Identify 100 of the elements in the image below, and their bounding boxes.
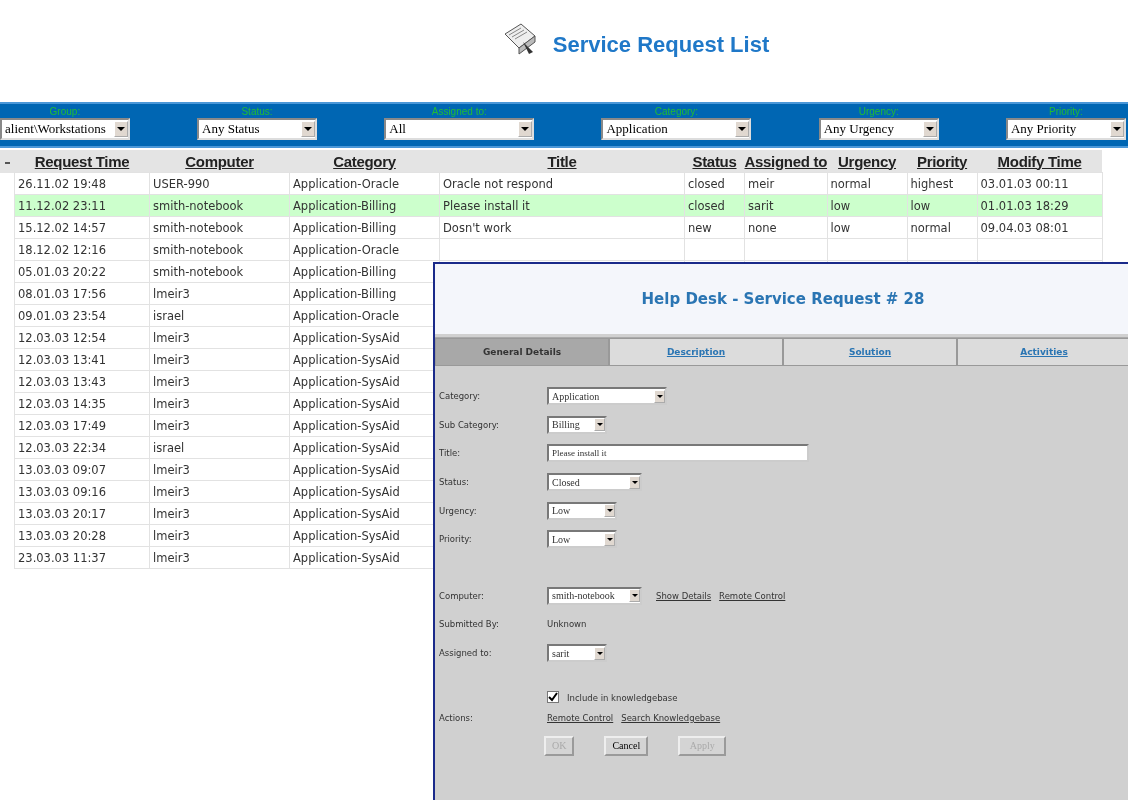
table-cell: 23.03.03 11:37 bbox=[18, 550, 106, 565]
field-label: Actions: bbox=[439, 712, 474, 723]
filter-dropdown[interactable]: alient\Workstations bbox=[0, 118, 130, 140]
table-cell: 12.03.03 17:49 bbox=[18, 418, 106, 433]
table-cell: Application-Oracle bbox=[293, 308, 400, 323]
table-row[interactable]: 26.11.02 19:48 USER-990 Application-Oracle Oracle not respond closed meir normal highest 03.01.03 00:11 bbox=[0, 172, 1103, 195]
table-cell: smith-notebook bbox=[153, 242, 244, 257]
dropdown[interactable]: Low bbox=[547, 501, 617, 520]
table-cell: 12.03.03 22:34 bbox=[18, 440, 106, 455]
dialog-title: Help Desk - Service Request # 28 bbox=[641, 290, 925, 308]
table-cell: Application-Billing bbox=[293, 220, 397, 235]
field-label: Sub Category: bbox=[439, 419, 500, 430]
table-cell: low bbox=[830, 220, 851, 235]
table-cell: 05.01.03 20:22 bbox=[18, 264, 106, 279]
filter-dropdown[interactable]: Any Priority bbox=[1005, 118, 1126, 140]
table-cell: lmeir3 bbox=[153, 484, 190, 499]
table-cell: 11.12.02 23:11 bbox=[18, 198, 106, 213]
tab[interactable]: Description bbox=[609, 338, 783, 366]
table-cell: closed bbox=[688, 198, 725, 213]
column-header[interactable]: Title bbox=[547, 152, 577, 170]
table-row[interactable]: 11.12.02 23:11 smith-notebook Application-Billing Please install it closed sarit low low 01.01.03 18:29 bbox=[0, 194, 1103, 217]
table-cell: meir bbox=[748, 176, 775, 191]
table-cell: none bbox=[748, 220, 777, 235]
sort-marker-icon bbox=[4, 161, 10, 164]
table-cell: 12.03.03 12:54 bbox=[18, 330, 106, 345]
dropdown[interactable]: Billing bbox=[547, 415, 607, 434]
table-cell: lmeir3 bbox=[153, 286, 190, 301]
dropdown[interactable]: sarit bbox=[547, 644, 607, 663]
table-cell: Please install it bbox=[443, 198, 530, 213]
table-cell: Application-SysAid bbox=[293, 528, 400, 543]
page-title: Service Request List bbox=[552, 32, 770, 58]
table-cell: 13.03.03 20:28 bbox=[18, 528, 106, 543]
table-cell: israel bbox=[153, 440, 185, 455]
link[interactable]: Remote Control bbox=[547, 712, 614, 723]
table-cell: 26.11.02 19:48 bbox=[18, 176, 106, 191]
table-cell: lmeir3 bbox=[153, 550, 190, 565]
table-cell: smith-notebook bbox=[153, 198, 244, 213]
tab[interactable]: General Details bbox=[435, 338, 609, 366]
table-row[interactable]: 15.12.02 14:57 smith-notebook Application-Billing Dosn't work new none low normal 09.04.03 08:01 bbox=[0, 216, 1103, 239]
filter-label: Status: bbox=[241, 105, 273, 118]
table-cell: normal bbox=[830, 176, 871, 191]
table-cell: lmeir3 bbox=[153, 330, 190, 345]
table-cell: Application-Oracle bbox=[293, 242, 400, 257]
dropdown[interactable]: smith-notebook bbox=[547, 586, 642, 605]
table-cell: Application-SysAid bbox=[293, 550, 400, 565]
table-cell: Application-SysAid bbox=[293, 330, 400, 345]
table-cell: 12.03.03 13:43 bbox=[18, 374, 106, 389]
table-cell: Application-Billing bbox=[293, 264, 397, 279]
link[interactable]: Show Details bbox=[656, 590, 712, 601]
table-cell: 12.03.03 14:35 bbox=[18, 396, 106, 411]
field-label: Urgency: bbox=[439, 505, 478, 516]
dialog-button[interactable]: Cancel bbox=[604, 735, 649, 756]
table-cell: highest bbox=[910, 176, 954, 191]
filter-label: Group: bbox=[49, 105, 81, 118]
table-cell: smith-notebook bbox=[153, 220, 244, 235]
field-label: Submitted By: bbox=[439, 619, 500, 630]
dropdown[interactable]: Closed bbox=[547, 473, 642, 492]
table-cell: USER-990 bbox=[153, 176, 210, 191]
table-cell: low bbox=[830, 198, 851, 213]
dropdown[interactable]: Application bbox=[547, 387, 667, 406]
table-cell: new bbox=[688, 220, 712, 235]
table-cell: 09.04.03 08:01 bbox=[980, 220, 1069, 235]
tab[interactable]: Activities bbox=[957, 338, 1128, 366]
field-label: Assigned to: bbox=[439, 648, 493, 659]
title-input[interactable]: Please install it bbox=[547, 444, 809, 463]
link[interactable]: Remote Control bbox=[719, 590, 786, 601]
field-label: Status: bbox=[439, 477, 470, 488]
filter-dropdown[interactable]: Any Urgency bbox=[818, 118, 939, 140]
field-value: Unknown bbox=[547, 619, 587, 630]
filter-dropdown[interactable]: Any Status bbox=[197, 118, 317, 140]
filter-dropdown[interactable]: All bbox=[384, 118, 535, 140]
table-cell: lmeir3 bbox=[153, 418, 190, 433]
link[interactable]: Search Knowledgebase bbox=[621, 712, 721, 723]
table-cell: Application-Oracle bbox=[293, 176, 400, 191]
checkbox-label: Include in knowledgebase bbox=[567, 693, 678, 704]
filter-label: Assigned to: bbox=[431, 105, 487, 118]
table-cell: sarit bbox=[748, 198, 774, 213]
filter-dropdown[interactable]: Application bbox=[601, 118, 752, 140]
field-label: Title: bbox=[439, 448, 462, 459]
table-cell: 08.01.03 17:56 bbox=[18, 286, 106, 301]
table-cell: 15.12.02 14:57 bbox=[18, 220, 106, 235]
table-cell: Application-SysAid bbox=[293, 462, 400, 477]
table-cell: Application-SysAid bbox=[293, 352, 400, 367]
table-cell: Application-SysAid bbox=[293, 484, 400, 499]
table-cell: lmeir3 bbox=[153, 374, 190, 389]
table-cell: 12.03.03 13:41 bbox=[18, 352, 106, 367]
dropdown[interactable]: Low bbox=[547, 530, 617, 549]
table-cell: 13.03.03 09:16 bbox=[18, 484, 106, 499]
table-cell: Dosn't work bbox=[443, 220, 512, 235]
table-cell: 03.01.03 00:11 bbox=[980, 176, 1069, 191]
table-cell: israel bbox=[153, 308, 185, 323]
table-cell: closed bbox=[688, 176, 725, 191]
tab[interactable]: Solution bbox=[783, 338, 957, 366]
checkbox[interactable] bbox=[547, 691, 559, 704]
field-label: Computer: bbox=[439, 590, 485, 601]
table-cell: 18.12.02 12:16 bbox=[18, 242, 106, 257]
filter-label: Priority: bbox=[1049, 105, 1083, 118]
table-cell: Application-Billing bbox=[293, 286, 397, 301]
table-cell: Application-SysAid bbox=[293, 506, 400, 521]
table-row[interactable]: 18.12.02 12:16 smith-notebook Application-Oracle bbox=[0, 238, 1103, 261]
